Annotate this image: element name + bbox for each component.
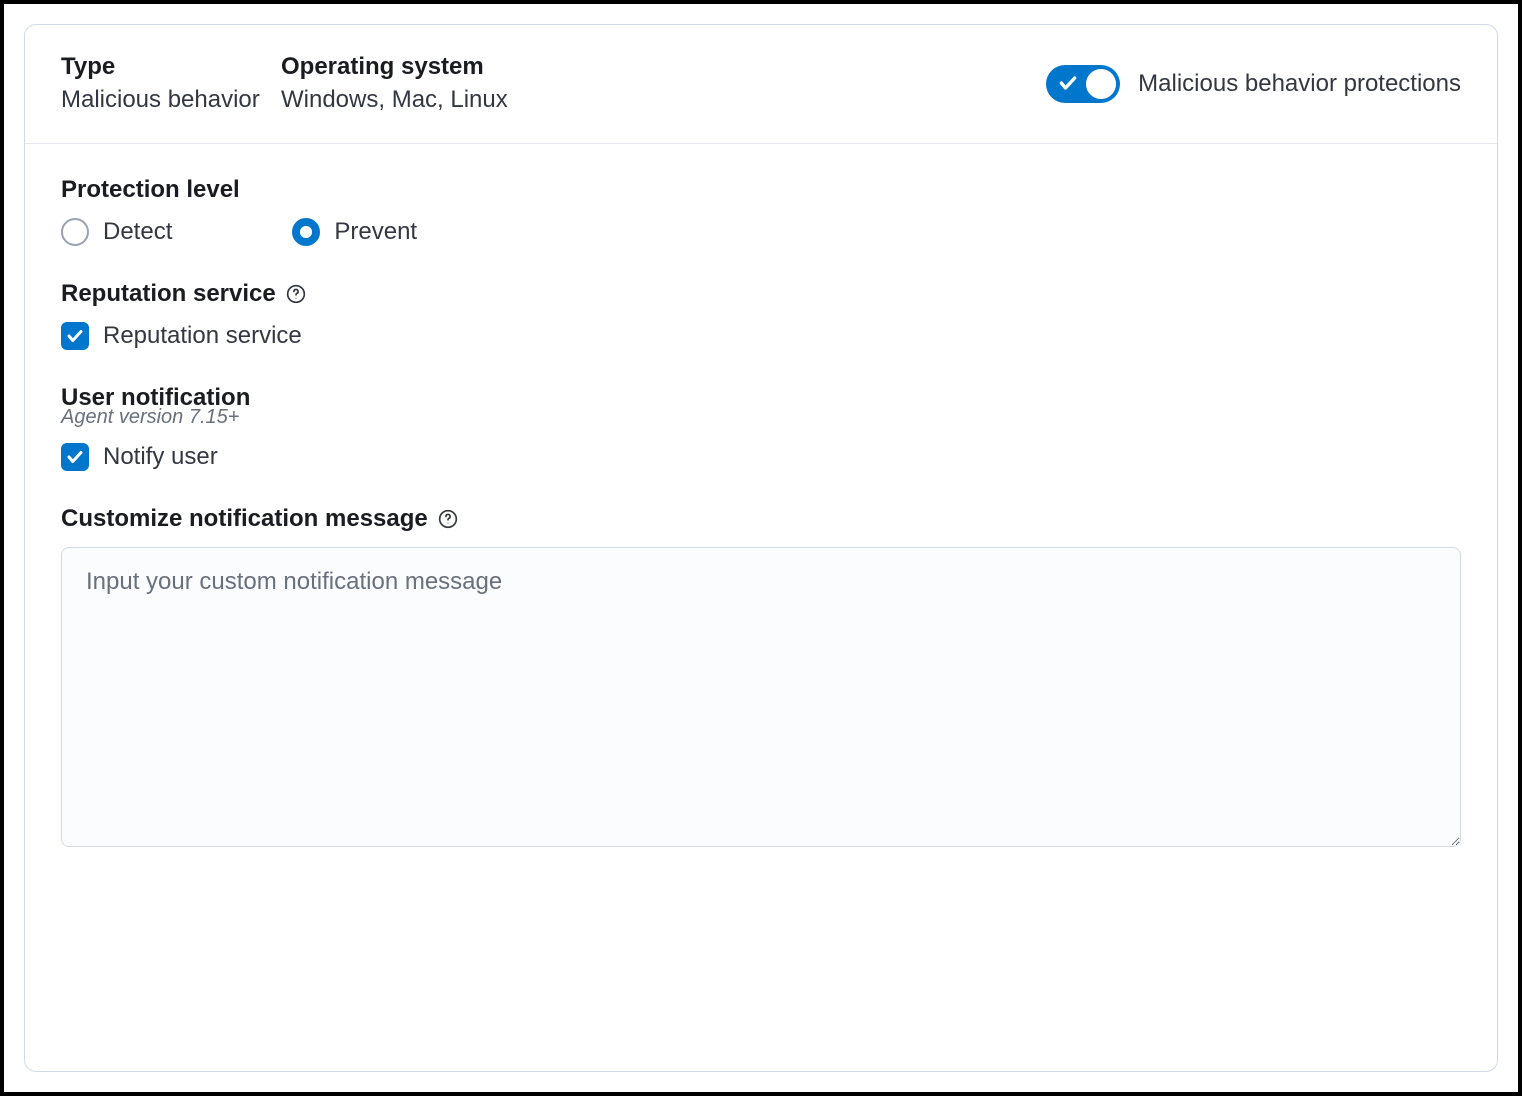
checkbox-checked-icon (61, 443, 89, 471)
help-icon[interactable] (286, 284, 306, 304)
type-label: Type (61, 53, 281, 82)
os-value: Windows, Mac, Linux (281, 86, 1046, 115)
check-icon (1058, 73, 1078, 93)
custom-message-textarea[interactable] (61, 547, 1461, 847)
reputation-service-checkbox[interactable]: Reputation service (61, 322, 1461, 350)
radio-circle-icon (61, 218, 89, 246)
os-column: Operating system Windows, Mac, Linux (281, 53, 1046, 115)
notify-user-checkbox[interactable]: Notify user (61, 443, 1461, 471)
type-column: Type Malicious behavior (61, 53, 281, 115)
protection-level-radios: Detect Prevent (61, 218, 1461, 246)
protection-level-title: Protection level (61, 176, 1461, 204)
panel-header: Type Malicious behavior Operating system… (25, 25, 1497, 144)
notify-user-checkbox-label: Notify user (103, 443, 218, 471)
custom-message-title-text: Customize notification message (61, 505, 428, 533)
user-notification-subtitle: Agent version 7.15+ (61, 406, 1461, 429)
radio-circle-selected-icon (292, 218, 320, 246)
reputation-service-title-text: Reputation service (61, 280, 276, 308)
toggle-knob (1084, 67, 1118, 101)
radio-prevent-label: Prevent (334, 218, 417, 246)
help-icon[interactable] (438, 509, 458, 529)
protections-toggle-group: Malicious behavior protections (1046, 65, 1461, 103)
os-label: Operating system (281, 53, 1046, 82)
type-value: Malicious behavior (61, 86, 281, 115)
radio-prevent[interactable]: Prevent (292, 218, 417, 246)
custom-message-title: Customize notification message (61, 505, 1461, 533)
custom-message-field (61, 547, 1461, 852)
protections-toggle[interactable] (1046, 65, 1120, 103)
reputation-service-title: Reputation service (61, 280, 1461, 308)
panel-body: Protection level Detect Prevent Reputati… (25, 144, 1497, 882)
settings-panel: Type Malicious behavior Operating system… (24, 24, 1498, 1072)
protections-toggle-label: Malicious behavior protections (1138, 70, 1461, 98)
checkbox-checked-icon (61, 322, 89, 350)
reputation-service-checkbox-label: Reputation service (103, 322, 302, 350)
radio-detect[interactable]: Detect (61, 218, 172, 246)
radio-detect-label: Detect (103, 218, 172, 246)
